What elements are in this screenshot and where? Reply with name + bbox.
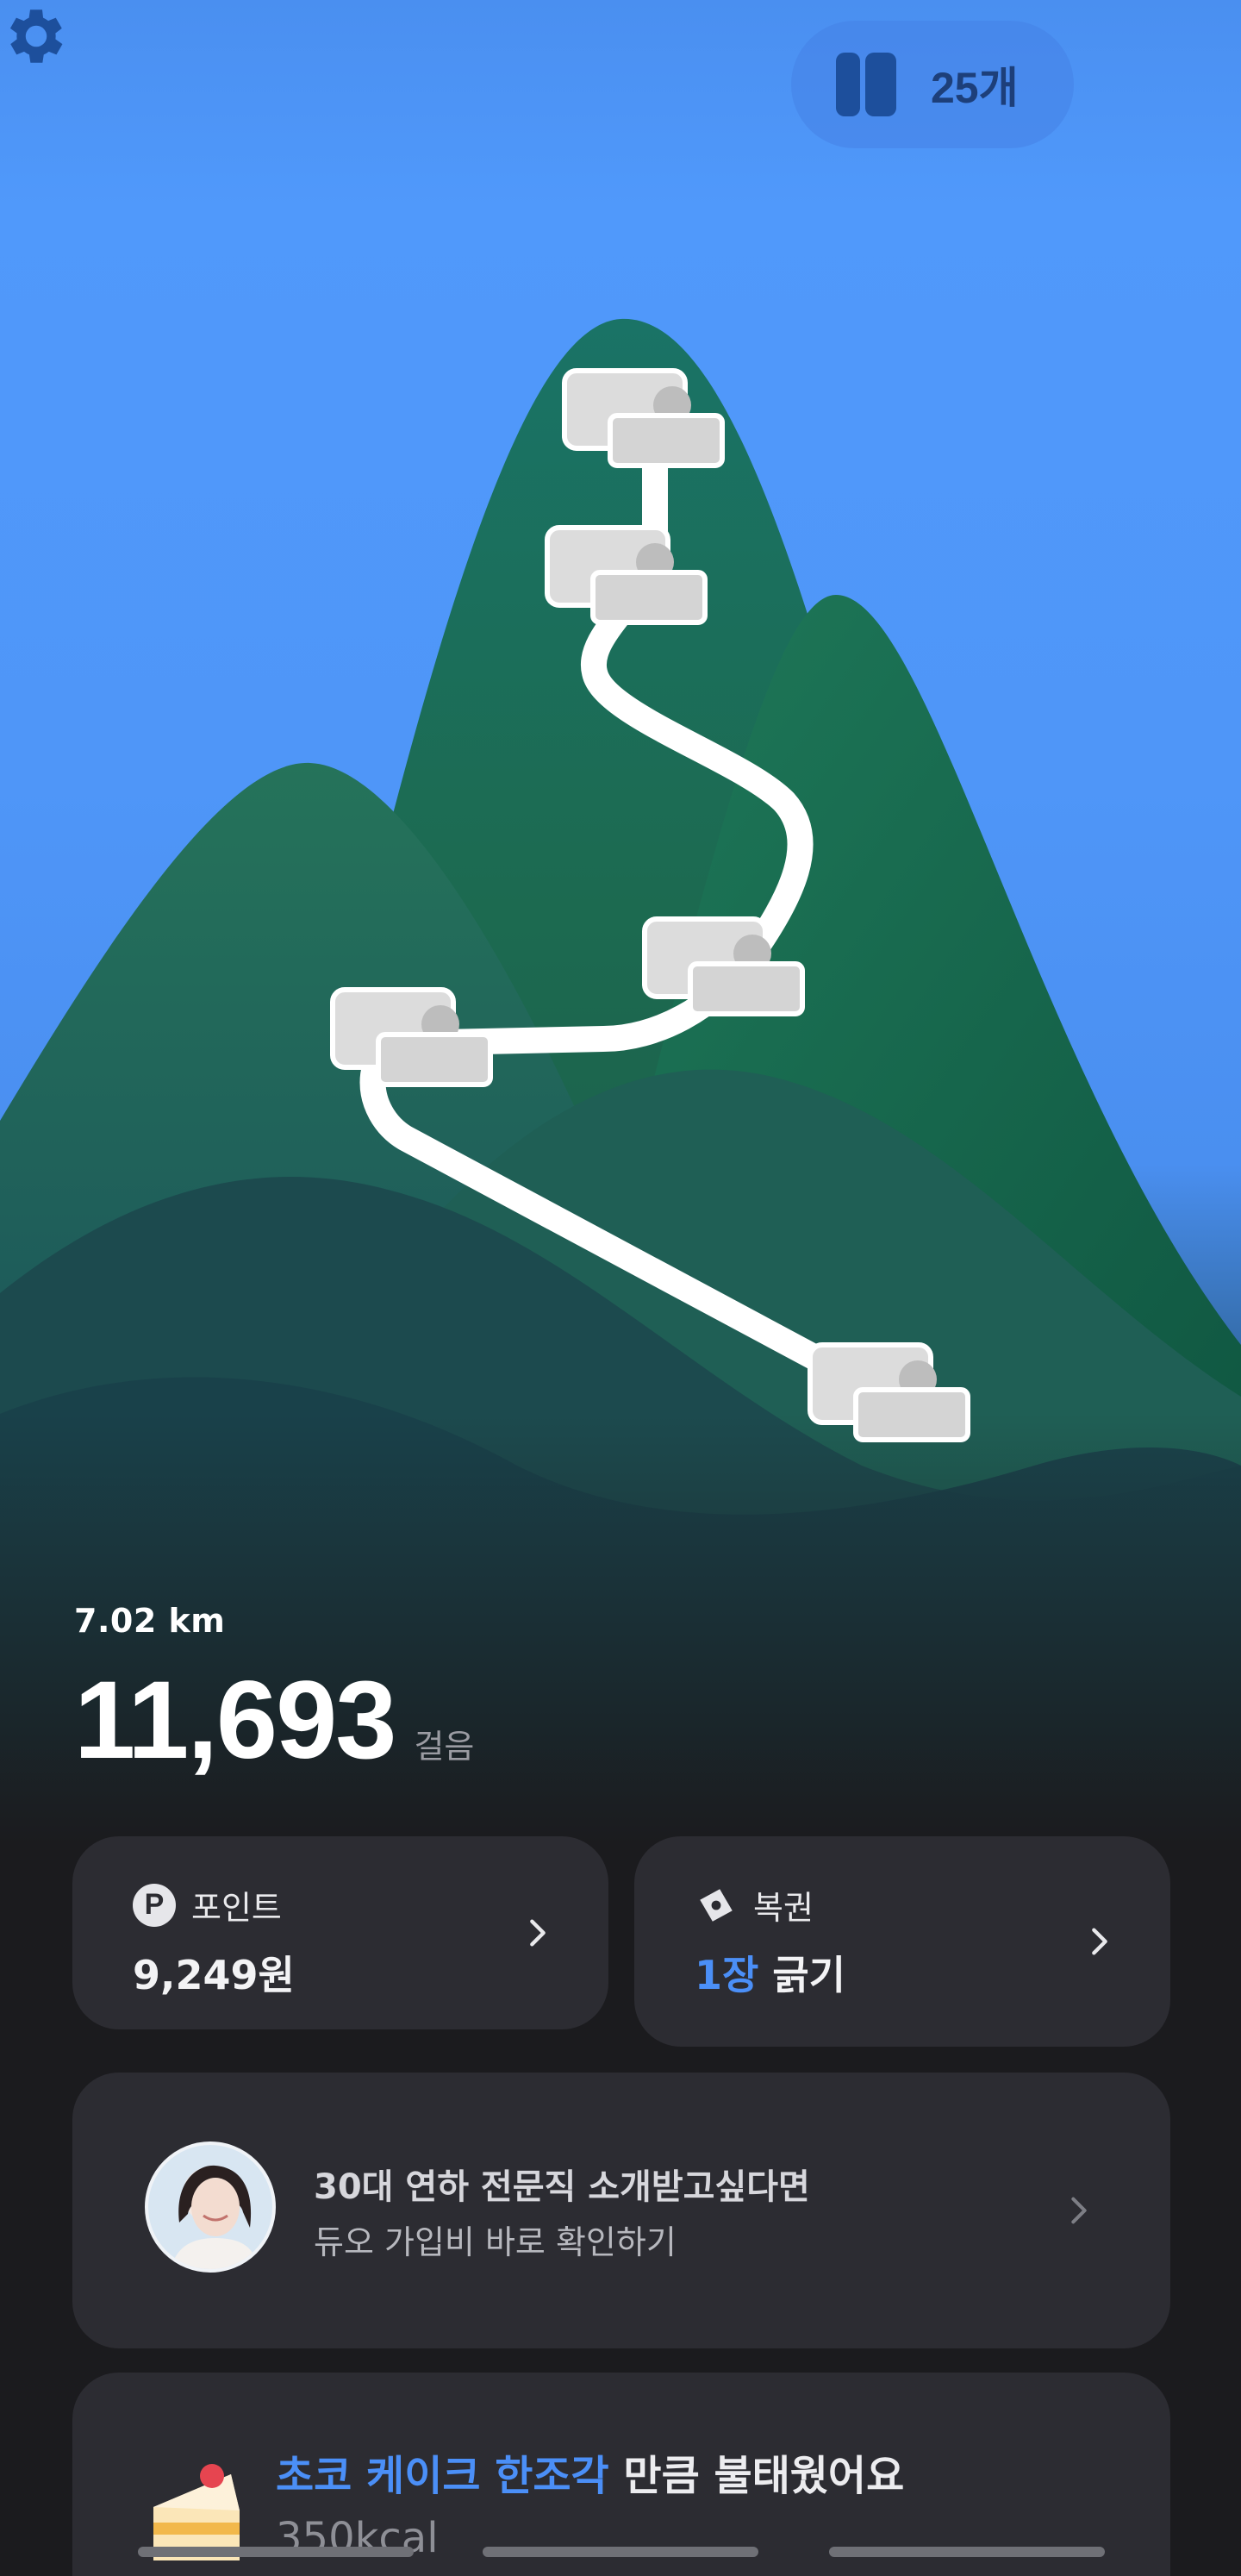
points-value: 9,249원 [133, 1952, 295, 1998]
ad-card[interactable]: 30대 연하 전문직 소개받고싶다면 듀오 가입비 바로 확인하기 [72, 2073, 1170, 2348]
avatar [145, 2141, 276, 2273]
ad-title: 30대 연하 전문직 소개받고싶다면 [314, 2167, 810, 2207]
calorie-title: 초코 케이크 한조각 만큼 불태웠어요 [276, 2442, 904, 2502]
ticket-count: 25개 [931, 64, 1019, 112]
ticket-count-button[interactable]: 25개 [791, 21, 1074, 148]
lottery-card[interactable]: 복권 1장 긁기 [634, 1836, 1170, 2047]
calorie-card[interactable]: 초코 케이크 한조각 만큼 불태웠어요 350kcal [72, 2373, 1170, 2576]
step-count: 11,693 [74, 1659, 396, 1782]
activity-stats: 7.02 km 11,693 걸음 [74, 1602, 474, 1784]
lottery-count: 1장 [695, 1952, 759, 1998]
indicator-bar [829, 2547, 1105, 2557]
calorie-suffix: 만큼 불태웠어요 [608, 2452, 905, 2500]
lottery-ticket-icon [700, 1888, 733, 1922]
mountain-hero: 25개 7.02 km 11,693 걸음 [0, 0, 1241, 1845]
distance: 7.02 km [74, 1602, 226, 1640]
indicator-bar [483, 2547, 758, 2557]
mountain-illustration [0, 318, 1241, 1845]
steps-unit: 걸음 [414, 1728, 475, 1766]
scratch-action[interactable]: 긁기 [772, 1952, 845, 1998]
gear-icon[interactable] [0, 0, 72, 72]
ticket-stack-icon [836, 53, 896, 116]
page-indicators [0, 2547, 1241, 2557]
points-card[interactable]: P 포인트 9,249원 [72, 1836, 608, 2029]
food-highlight: 초코 케이크 한조각 [276, 2452, 609, 2500]
lottery-label: 복권 [753, 1889, 814, 1927]
chevron-right-icon [1092, 1928, 1107, 1955]
ad-subtitle: 듀오 가입비 바로 확인하기 [314, 2223, 677, 2261]
point-badge-icon: P [133, 1883, 176, 1927]
chevron-right-icon [1071, 2197, 1087, 2224]
chevron-right-icon [530, 1919, 546, 1947]
points-label: 포인트 [191, 1889, 282, 1927]
indicator-bar [138, 2547, 414, 2557]
